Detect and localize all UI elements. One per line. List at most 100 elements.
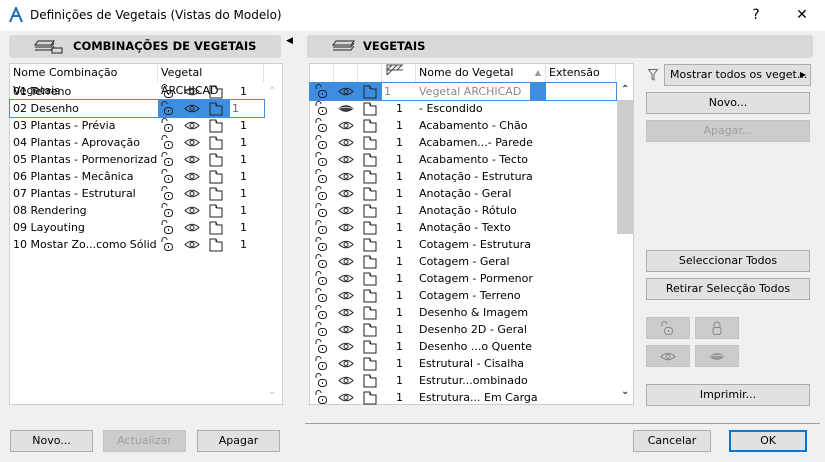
layer-wireframe-icon[interactable] xyxy=(208,220,224,235)
eye-icon[interactable] xyxy=(184,118,200,133)
eye-icon[interactable] xyxy=(184,84,200,99)
eye-icon[interactable] xyxy=(338,356,354,371)
deselect-all-button[interactable]: Retirar Selecção Todos xyxy=(646,278,810,300)
new-combination-button[interactable]: Novo... xyxy=(10,430,93,452)
delete-layer-button[interactable]: Apagar... xyxy=(646,120,810,142)
layer-wireframe-icon[interactable] xyxy=(362,118,378,133)
eye-icon[interactable] xyxy=(338,322,354,337)
combination-row[interactable]: 02 Desenho 1 xyxy=(9,99,265,118)
vertical-scrollbar[interactable]: ⌃ ⌄ xyxy=(617,84,634,404)
layer-wireframe-icon[interactable] xyxy=(208,118,224,133)
layer-wireframe-icon[interactable] xyxy=(362,101,378,116)
eye-icon[interactable] xyxy=(184,237,200,252)
combination-row[interactable]: 01 Terreno 1 xyxy=(10,83,264,100)
eye-icon[interactable] xyxy=(184,203,200,218)
lock-open-icon[interactable] xyxy=(160,169,176,184)
layer-wireframe-icon[interactable] xyxy=(362,356,378,371)
layer-row[interactable]: 1 Vegetal ARCHICAD xyxy=(309,82,617,101)
lock-open-icon[interactable] xyxy=(314,322,330,337)
layer-wireframe-icon[interactable] xyxy=(362,390,378,405)
collapse-arrow-icon[interactable]: ◀ xyxy=(286,36,293,46)
eye-icon[interactable] xyxy=(338,220,354,235)
eye-icon[interactable] xyxy=(184,220,200,235)
layer-row[interactable]: 1 Estrutural - Cisalha xyxy=(310,355,616,372)
show-selected-button[interactable] xyxy=(646,345,690,367)
column-header-layer-name[interactable]: Nome do Vegetal ▲ xyxy=(416,64,546,82)
column-header-combination-name[interactable]: Nome Combinação Vegetais xyxy=(10,64,158,97)
eye-icon[interactable] xyxy=(184,169,200,184)
layer-wireframe-icon[interactable] xyxy=(362,84,378,99)
lock-open-icon[interactable] xyxy=(314,118,330,133)
eye-icon[interactable] xyxy=(338,254,354,269)
select-all-button[interactable]: Seleccionar Todos xyxy=(646,250,810,272)
combination-row[interactable]: 04 Plantas - Aprovação 1 xyxy=(10,134,264,151)
layer-wireframe-icon[interactable] xyxy=(208,135,224,150)
update-combination-button[interactable]: Actualizar xyxy=(103,430,186,452)
lock-open-icon[interactable] xyxy=(314,220,330,235)
layer-row[interactable]: 1 Estrutura... Em Carga xyxy=(310,389,616,406)
layer-row[interactable]: 1 Desenho 2D - Geral xyxy=(310,321,616,338)
eye-icon[interactable] xyxy=(184,186,200,201)
layer-row[interactable]: 1 Cotagem - Geral xyxy=(310,253,616,270)
layer-wireframe-icon[interactable] xyxy=(362,322,378,337)
combination-row[interactable]: 08 Rendering 1 xyxy=(10,202,264,219)
cancel-button[interactable]: Cancelar xyxy=(633,430,711,452)
column-header-archicad-layer[interactable]: Vegetal ARCHICAD xyxy=(158,64,264,97)
delete-combination-button[interactable]: Apagar xyxy=(197,430,280,452)
lock-open-icon[interactable] xyxy=(314,169,330,184)
help-button[interactable]: ? xyxy=(733,0,779,31)
lock-open-icon[interactable] xyxy=(160,220,176,235)
lock-open-icon[interactable] xyxy=(160,118,176,133)
new-layer-button[interactable]: Novo... xyxy=(646,92,810,114)
lock-open-icon[interactable] xyxy=(314,84,330,99)
lock-open-icon[interactable] xyxy=(160,186,176,201)
layer-filter-dropdown[interactable]: Mostrar todos os veget... ▶ xyxy=(664,64,811,86)
lock-open-icon[interactable] xyxy=(314,390,330,405)
eye-icon[interactable] xyxy=(338,390,354,405)
combination-row[interactable]: 03 Plantas - Prévia 1 xyxy=(10,117,264,134)
layer-row[interactable]: 1 Cotagem - Terreno xyxy=(310,287,616,304)
combination-row[interactable]: 07 Plantas - Estrutural 1 xyxy=(10,185,264,202)
lock-open-icon[interactable] xyxy=(314,101,330,116)
lock-open-icon[interactable] xyxy=(160,237,176,252)
layer-row[interactable]: 1 Estrutur...ombinado xyxy=(310,372,616,389)
layer-wireframe-icon[interactable] xyxy=(208,84,224,99)
lock-open-icon[interactable] xyxy=(314,356,330,371)
layer-wireframe-icon[interactable] xyxy=(362,186,378,201)
layer-wireframe-icon[interactable] xyxy=(362,288,378,303)
eye-icon[interactable] xyxy=(184,101,200,116)
combination-row[interactable]: 09 Layouting 1 xyxy=(10,219,264,236)
eye-icon[interactable] xyxy=(338,203,354,218)
lock-open-icon[interactable] xyxy=(314,339,330,354)
eye-icon[interactable] xyxy=(338,305,354,320)
scroll-up-arrow-icon[interactable]: ⌃ xyxy=(268,86,276,97)
eye-icon[interactable] xyxy=(338,84,354,99)
lock-open-icon[interactable] xyxy=(160,152,176,167)
layer-wireframe-icon[interactable] xyxy=(362,203,378,218)
lock-open-icon[interactable] xyxy=(314,305,330,320)
print-button[interactable]: Imprimir... xyxy=(646,384,810,406)
layer-row[interactable]: 1 Acabamento - Tecto xyxy=(310,151,616,168)
layer-row[interactable]: 1 Acabamen...- Parede xyxy=(310,134,616,151)
layer-wireframe-icon[interactable] xyxy=(362,254,378,269)
layer-row[interactable]: 1 Cotagem - Estrutura xyxy=(310,236,616,253)
layer-combinations-list[interactable]: Nome Combinação Vegetais Vegetal ARCHICA… xyxy=(9,63,283,405)
combination-row[interactable]: 10 Mostar Zo...como Sólido 1 xyxy=(10,236,264,253)
layer-wireframe-icon[interactable] xyxy=(362,152,378,167)
layer-row[interactable]: 1 Anotação - Estrutura xyxy=(310,168,616,185)
ok-button[interactable]: OK xyxy=(729,430,807,452)
column-header-lock[interactable] xyxy=(310,64,334,82)
close-button[interactable]: ✕ xyxy=(779,0,825,31)
eye-icon[interactable] xyxy=(338,271,354,286)
layer-wireframe-icon[interactable] xyxy=(208,152,224,167)
eye-icon[interactable] xyxy=(338,118,354,133)
lock-open-icon[interactable] xyxy=(314,203,330,218)
lock-open-icon[interactable] xyxy=(314,288,330,303)
lock-open-icon[interactable] xyxy=(314,373,330,388)
eye-icon[interactable] xyxy=(338,288,354,303)
layer-row[interactable]: 1 - Escondido xyxy=(310,100,616,117)
scroll-down-arrow-icon[interactable]: ⌄ xyxy=(268,386,276,397)
eye-icon[interactable] xyxy=(338,237,354,252)
lock-open-icon[interactable] xyxy=(314,237,330,252)
layer-row[interactable]: 1 Acabamento - Chão xyxy=(310,117,616,134)
